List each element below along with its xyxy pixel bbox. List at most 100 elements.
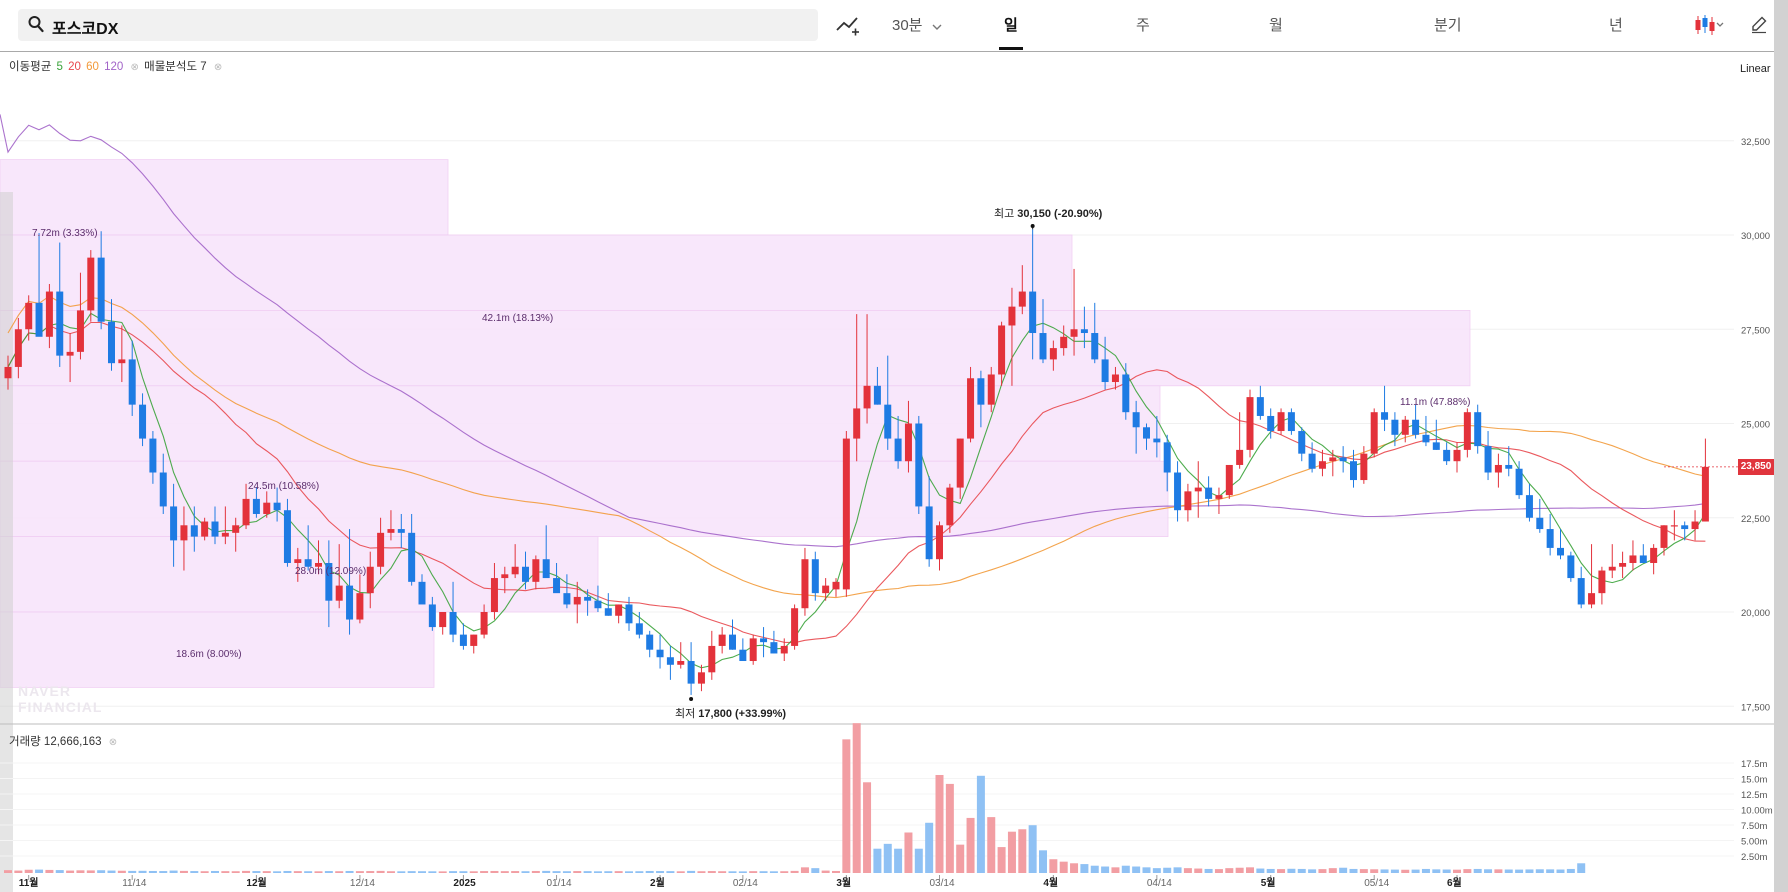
candle-body bbox=[242, 498, 250, 526]
candle-body bbox=[1401, 419, 1409, 435]
candle-body bbox=[1143, 427, 1150, 439]
volume-bar bbox=[1515, 869, 1524, 873]
candle-body bbox=[687, 661, 695, 684]
candle-body bbox=[190, 525, 198, 537]
volume-bar bbox=[1421, 868, 1430, 873]
candle-body bbox=[1163, 442, 1171, 473]
volume-bar bbox=[1411, 869, 1420, 873]
volume-bar bbox=[645, 870, 654, 873]
volume-bar bbox=[1349, 868, 1358, 873]
price-axis-label: 22,500 bbox=[1741, 514, 1770, 525]
candle-body bbox=[377, 532, 385, 567]
candle-body bbox=[511, 566, 519, 575]
candle-body bbox=[987, 374, 995, 405]
volume-profile-label: 28.0m (12.09%) bbox=[295, 566, 366, 577]
candle-body bbox=[811, 559, 819, 594]
candle-body bbox=[1008, 306, 1016, 326]
volume-bar bbox=[97, 870, 106, 873]
low-marker-dot bbox=[689, 697, 694, 701]
candle-body bbox=[56, 291, 64, 356]
volume-bar bbox=[76, 870, 85, 873]
candle-body bbox=[1194, 487, 1202, 492]
candle-body bbox=[1153, 438, 1161, 443]
candle-body bbox=[1701, 466, 1709, 522]
volume-axis-label: 5.00m bbox=[1741, 837, 1767, 848]
volume-bar bbox=[1214, 869, 1223, 873]
volume-bar bbox=[542, 870, 551, 873]
volume-bar bbox=[1308, 869, 1317, 873]
volume-bar bbox=[262, 871, 271, 873]
volume-bar bbox=[366, 871, 375, 873]
volume-bar bbox=[666, 871, 675, 873]
remove-volume-icon[interactable]: ⊗ bbox=[109, 737, 117, 748]
volume-profile-label: 11.1m (47.88%) bbox=[1400, 397, 1470, 408]
candle-body bbox=[1660, 525, 1668, 548]
candle-body bbox=[87, 257, 95, 311]
volume-bar bbox=[521, 871, 530, 873]
volume-bar bbox=[1453, 869, 1461, 873]
volume-bar bbox=[1287, 868, 1296, 873]
volume-bar bbox=[531, 870, 540, 873]
candle-body bbox=[139, 404, 147, 439]
volume-bar bbox=[221, 871, 230, 873]
candle-body bbox=[1132, 412, 1140, 428]
volume-bar bbox=[355, 871, 364, 873]
price-chart[interactable]: 32,500 30,000 27,500 25,000 22,500 20,000 17,5… bbox=[0, 0, 1774, 892]
volume-bar bbox=[490, 870, 499, 873]
x-axis-label: 02/14 bbox=[733, 878, 758, 889]
volume-bar bbox=[1463, 869, 1472, 873]
volume-bar bbox=[55, 870, 64, 873]
candle-body bbox=[1391, 419, 1399, 435]
volume-bar bbox=[1080, 864, 1089, 873]
volume-bar bbox=[1101, 866, 1110, 873]
candle-body bbox=[563, 593, 571, 605]
volume-bar bbox=[418, 871, 426, 873]
volume-bar bbox=[449, 871, 458, 873]
candle-body bbox=[159, 472, 167, 507]
x-axis-label: 6월 bbox=[1447, 877, 1462, 889]
candle-body bbox=[1691, 521, 1699, 530]
candle-body bbox=[573, 596, 581, 605]
volume-bar bbox=[656, 871, 665, 873]
candle-body bbox=[1029, 291, 1037, 334]
candle-body bbox=[1557, 547, 1564, 556]
volume-legend: 거래량 12,666,163 ⊗ bbox=[9, 733, 117, 749]
candle-body bbox=[263, 502, 271, 514]
candle-body bbox=[480, 612, 488, 635]
volume-profile-bar bbox=[0, 234, 1073, 311]
volume-bar bbox=[1204, 868, 1213, 873]
volume-bar bbox=[500, 871, 509, 873]
candle-body bbox=[356, 593, 364, 620]
candle-body bbox=[977, 378, 985, 405]
candle-body bbox=[904, 423, 912, 462]
volume-bar bbox=[707, 871, 716, 873]
volume-bar bbox=[1256, 868, 1265, 873]
candle-body bbox=[1287, 412, 1295, 432]
volume-bar bbox=[925, 822, 934, 873]
volume-bar bbox=[1380, 869, 1389, 873]
candle-body bbox=[1525, 495, 1533, 518]
volume-bar bbox=[811, 868, 820, 873]
candle-body bbox=[118, 359, 126, 364]
volume-bar bbox=[1246, 867, 1254, 873]
volume-bar bbox=[1028, 825, 1037, 873]
volume-bar bbox=[1266, 868, 1275, 873]
volume-bar bbox=[1390, 869, 1399, 873]
volume-bar bbox=[1556, 869, 1565, 873]
volume-bar bbox=[863, 782, 872, 873]
candle-body bbox=[625, 604, 633, 624]
volume-bar bbox=[1339, 867, 1348, 873]
x-axis-label: 11월 bbox=[19, 877, 39, 889]
candle-body bbox=[1588, 593, 1596, 605]
candle-body bbox=[1536, 517, 1544, 530]
volume-bar bbox=[832, 870, 840, 873]
volume-bar bbox=[945, 783, 954, 873]
volume-bar bbox=[335, 871, 344, 873]
candle-body bbox=[273, 502, 281, 511]
x-axis-label: 2월 bbox=[650, 877, 665, 889]
candle-body bbox=[780, 645, 788, 654]
high-marker-dot bbox=[1030, 224, 1035, 228]
volume-bar bbox=[842, 739, 851, 873]
price-axis-label: 20,000 bbox=[1741, 608, 1770, 619]
volume-bar bbox=[4, 870, 12, 873]
